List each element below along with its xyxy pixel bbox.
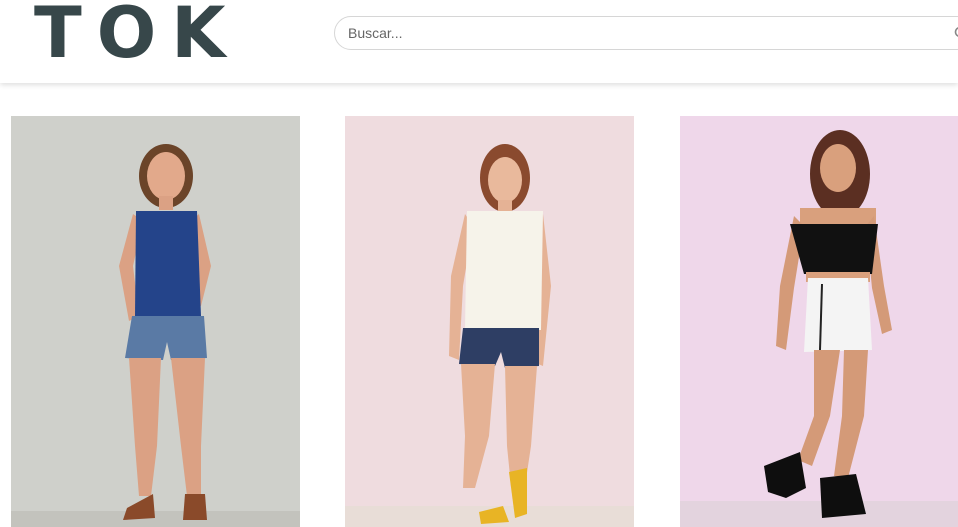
product-photo	[680, 116, 958, 527]
search-icon[interactable]	[954, 26, 958, 40]
search-bar	[334, 16, 958, 50]
site-logo[interactable]: TOK	[34, 0, 241, 72]
product-card[interactable]	[345, 116, 634, 527]
search-input[interactable]	[348, 17, 928, 49]
product-card[interactable]	[11, 116, 300, 527]
product-photo	[345, 116, 634, 527]
product-card[interactable]	[680, 116, 958, 527]
site-header: TOK	[0, 0, 958, 83]
product-photo	[11, 116, 300, 527]
